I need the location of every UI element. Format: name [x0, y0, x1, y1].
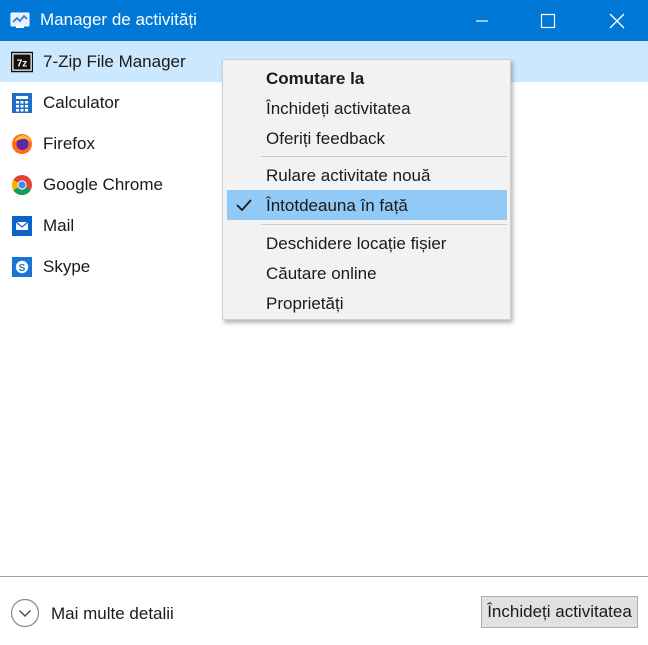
app-label: Calculator	[43, 93, 120, 112]
more-details-toggle[interactable]: Mai multe detalii	[10, 597, 200, 629]
firefox-icon	[11, 133, 33, 155]
app-label: Google Chrome	[43, 175, 164, 194]
end-task-button[interactable]: Închideți activitatea	[481, 596, 638, 628]
close-icon	[609, 13, 625, 29]
app-label: 7-Zip File Manager	[43, 52, 186, 71]
menu-separator	[261, 156, 507, 157]
7zip-icon: 7z	[10, 51, 34, 73]
mail-icon	[11, 215, 33, 237]
menu-item-run-new-task[interactable]: Rulare activitate nouă	[227, 160, 507, 190]
svg-text:S: S	[19, 263, 26, 274]
menu-item-feedback[interactable]: Oferiți feedback	[227, 123, 507, 153]
context-menu: Comutare la Închideți activitatea Oferiț…	[222, 59, 511, 320]
task-manager-icon	[10, 10, 32, 30]
menu-item-search-online[interactable]: Căutare online	[227, 258, 507, 288]
menu-item-properties[interactable]: Proprietăți	[227, 288, 507, 318]
chrome-icon	[11, 174, 33, 196]
footer-divider	[0, 576, 648, 577]
minimize-icon	[476, 20, 488, 22]
maximize-icon	[540, 13, 556, 29]
title-bar: Manager de activități	[0, 0, 648, 41]
minimize-button[interactable]	[459, 0, 505, 41]
maximize-button[interactable]	[525, 0, 571, 41]
menu-item-open-file-location[interactable]: Deschidere locație fișier	[227, 228, 507, 258]
menu-item-always-on-top[interactable]: Întotdeauna în față	[227, 190, 507, 220]
skype-icon: S	[11, 256, 33, 278]
calculator-icon	[11, 92, 33, 114]
menu-item-switch-to[interactable]: Comutare la	[227, 63, 507, 93]
window-title: Manager de activități	[40, 10, 197, 29]
app-label: Skype	[43, 257, 91, 276]
close-button[interactable]	[594, 0, 640, 41]
svg-text:7z: 7z	[17, 59, 28, 70]
app-label: Firefox	[43, 134, 95, 153]
menu-separator	[261, 224, 507, 225]
chevron-down-circle-icon	[10, 598, 40, 628]
more-details-label: Mai multe detalii	[51, 604, 174, 623]
menu-item-end-task[interactable]: Închideți activitatea	[227, 93, 507, 123]
app-label: Mail	[43, 216, 75, 235]
checkmark-icon	[235, 197, 253, 218]
